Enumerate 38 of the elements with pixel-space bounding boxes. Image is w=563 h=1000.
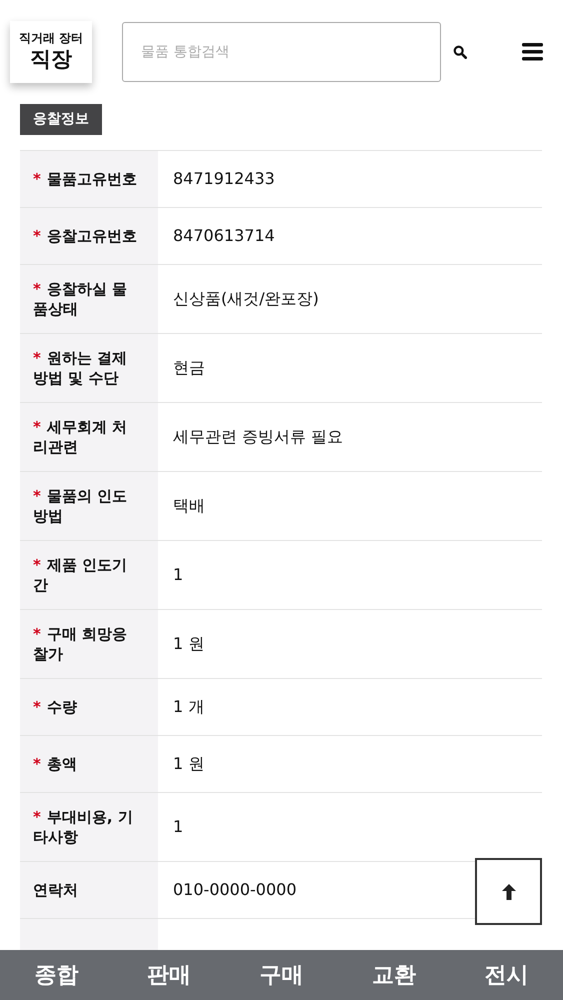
field-value: 1 — [173, 564, 184, 586]
scroll-top-button[interactable] — [475, 858, 542, 925]
nav-link[interactable]: 교환 — [372, 958, 416, 992]
field-label: * 총액 — [33, 754, 77, 774]
field-value: 1 개 — [173, 696, 204, 718]
search-field[interactable]: 물품 통합검색 — [122, 22, 441, 82]
field-label: * 원하는 결제 방법 및 수단 — [33, 348, 128, 388]
section-tab[interactable]: 응찰정보 — [20, 104, 102, 135]
field-label: * 제품 인도기간 — [33, 555, 128, 595]
field-label: * 구매 희망응찰가 — [33, 624, 128, 664]
logo-name: 직장 — [30, 46, 72, 73]
field-label: * 응찰고유번호 — [33, 226, 137, 246]
field-value: 1 원 — [173, 633, 204, 655]
field-value: 세무관련 증빙서류 필요 — [173, 426, 344, 448]
field-label: * 물품의 인도 방법 — [33, 486, 128, 526]
menu-icon[interactable] — [522, 43, 543, 61]
logo[interactable]: 직거래 장터 직장 — [10, 21, 92, 83]
field-value: 택배 — [173, 495, 205, 517]
field-label: * 물품고유번호 — [33, 169, 137, 189]
field-value: 1 — [173, 816, 184, 838]
field-label: * 세무회계 처리관련 — [33, 417, 128, 457]
nav-link[interactable]: 판매 — [146, 958, 191, 992]
field-value: 신상품(새것/완포장) — [173, 288, 319, 310]
field-label: * 응찰하실 물품상태 — [33, 279, 128, 319]
nav-link[interactable]: 종합 — [34, 958, 78, 992]
field-value: 1 원 — [173, 753, 204, 775]
nav-link[interactable]: 구매 — [259, 958, 304, 992]
field-value: 현금 — [173, 357, 205, 379]
field-value: 8470613714 — [173, 225, 275, 247]
field-value: 010-0000-0000 — [173, 879, 297, 901]
search-icon[interactable] — [453, 45, 467, 59]
field-label: 연락처 — [33, 880, 78, 900]
arrow-up-icon — [500, 882, 516, 900]
nav-link[interactable]: 전시 — [484, 958, 529, 992]
field-label: * 부대비용, 기타사항 — [33, 807, 134, 847]
field-label: * 수량 — [33, 697, 77, 717]
field-value: 8471912433 — [173, 168, 275, 190]
logo-tagline: 직거래 장터 — [18, 31, 84, 46]
